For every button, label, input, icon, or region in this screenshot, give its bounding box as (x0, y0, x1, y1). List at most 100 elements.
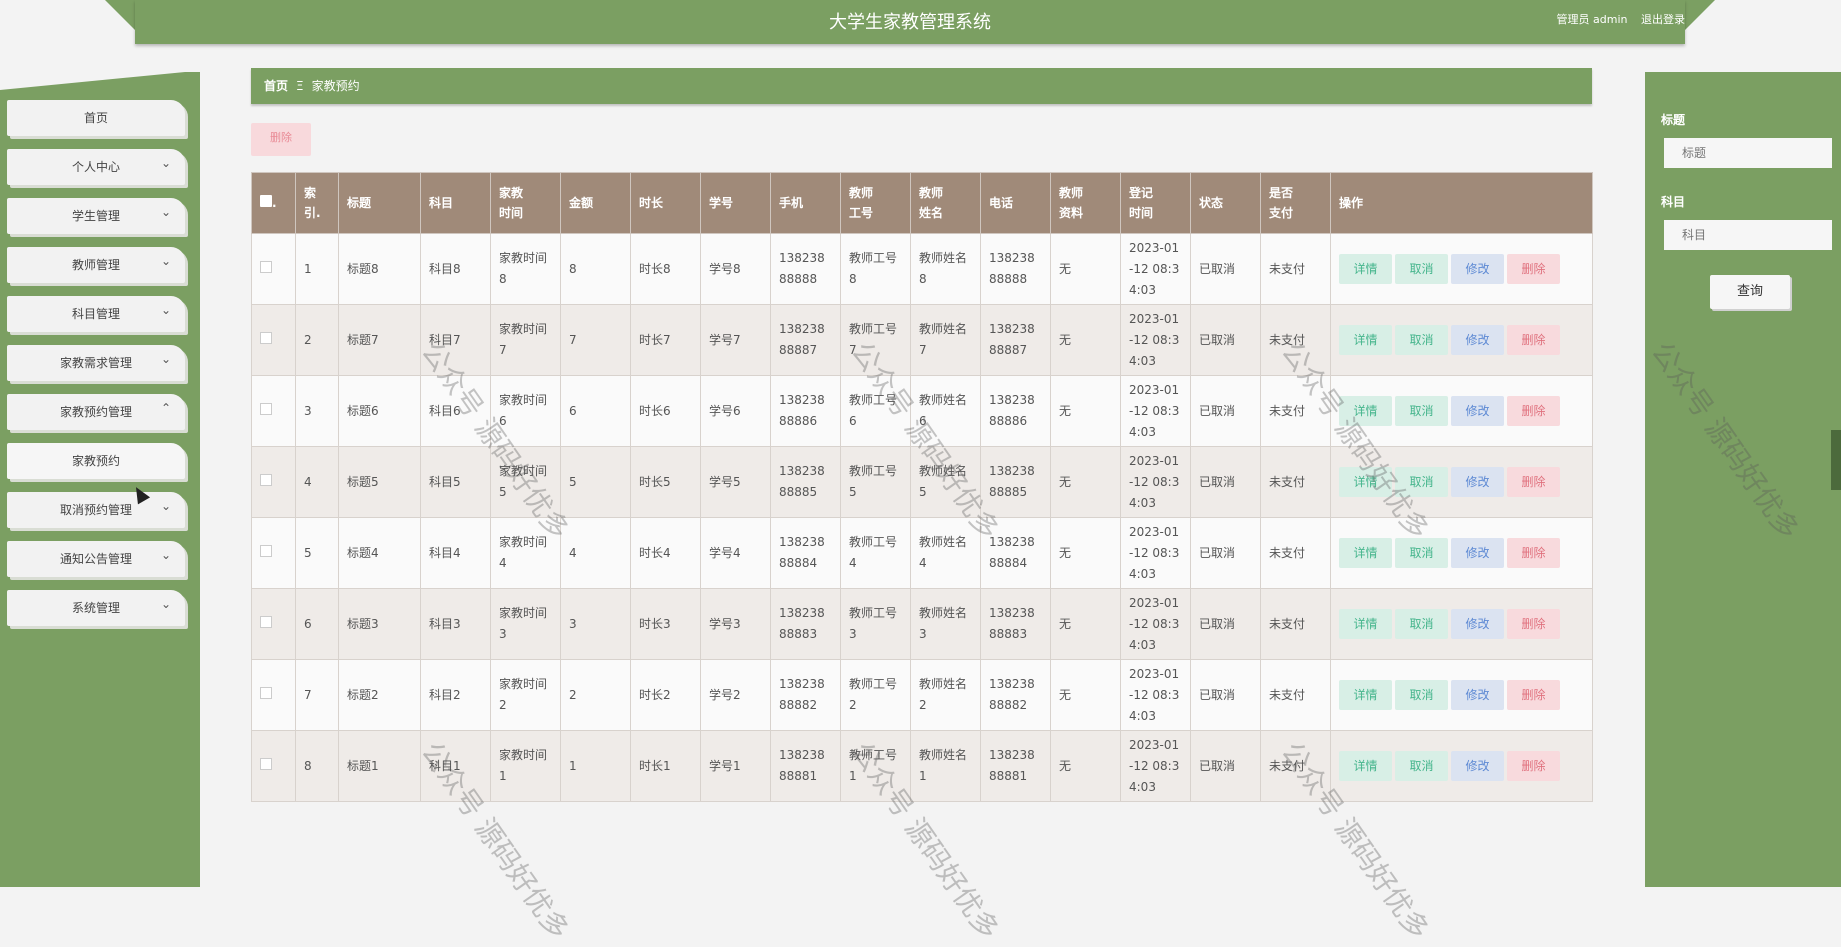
edit-button[interactable]: 修改 (1451, 609, 1504, 639)
cell-phone: 13823888883 (770, 588, 841, 660)
cell-student-no: 学号8 (700, 233, 771, 305)
cell-student-no: 学号3 (700, 588, 771, 660)
booking-table: . 索 引. 标题 科目 家教 时间 金额 时长 学号 手机 教师 工号 教师 … (251, 172, 1593, 802)
query-button[interactable]: 查询 (1710, 275, 1790, 309)
logout-link[interactable]: 退出登录 (1641, 13, 1685, 26)
sidebar-subitem-booking[interactable]: 家教预约 (7, 443, 185, 479)
edit-button[interactable]: 修改 (1451, 680, 1504, 710)
cancel-button[interactable]: 取消 (1395, 396, 1448, 426)
sidebar-item-booking-mgmt[interactable]: 家教预约管理 ⌃ (7, 394, 185, 430)
cell-paid: 未支付 (1260, 446, 1331, 518)
delete-button[interactable]: 删除 (1507, 467, 1560, 497)
row-checkbox[interactable] (260, 331, 272, 344)
cell-title: 标题3 (338, 588, 421, 660)
delete-button[interactable]: 删除 (1507, 396, 1560, 426)
breadcrumb-home[interactable]: 首页 (264, 79, 288, 93)
row-checkbox[interactable] (260, 473, 272, 486)
scrollbar-thumb[interactable] (1831, 430, 1841, 490)
sidebar-item-system[interactable]: 系统管理 ⌄ (7, 590, 185, 626)
row-checkbox[interactable] (260, 757, 272, 770)
select-all-header[interactable]: . (251, 172, 296, 234)
cell-amount: 5 (560, 446, 631, 518)
cell-phone: 13823888886 (770, 375, 841, 447)
row-actions: 详情 取消 修改 删除 (1330, 375, 1593, 447)
row-checkbox[interactable] (260, 260, 272, 273)
cell-time: 家教时间3 (490, 588, 561, 660)
col-header-phone: 手机 (770, 172, 841, 234)
row-checkbox[interactable] (260, 402, 272, 415)
sidebar-item-notices[interactable]: 通知公告管理 ⌄ (7, 541, 185, 577)
sidebar-item-home[interactable]: 首页 (7, 100, 185, 136)
edit-button[interactable]: 修改 (1451, 538, 1504, 568)
detail-button[interactable]: 详情 (1339, 538, 1392, 568)
sidebar-item-subjects[interactable]: 科目管理 ⌄ (7, 296, 185, 332)
cell-reg-time: 2023-01-12 08:34:03 (1120, 730, 1191, 802)
row-select-cell (251, 446, 296, 518)
cell-time: 家教时间2 (490, 659, 561, 731)
delete-button[interactable]: 删除 (1507, 751, 1560, 781)
table-row: 6 标题3 科目3 家教时间3 3 时长3 学号3 13823888883 教师工号3 教师姓名3… (251, 588, 1593, 660)
title-filter-label: 标题 (1661, 113, 1686, 127)
row-select-cell (251, 659, 296, 731)
detail-button[interactable]: 详情 (1339, 254, 1392, 284)
delete-button[interactable]: 删除 (1507, 538, 1560, 568)
table-row: 2 标题7 科目7 家教时间7 7 时长7 学号7 13823888887 教师工号7 教师姓名7… (251, 304, 1593, 376)
edit-button[interactable]: 修改 (1451, 254, 1504, 284)
cell-subject: 科目2 (420, 659, 491, 731)
delete-button[interactable]: 删除 (1507, 325, 1560, 355)
cell-teacher-name: 教师姓名7 (910, 304, 981, 376)
sidebar-item-cancel-booking[interactable]: 取消预约管理 ⌄ (7, 492, 185, 528)
cell-amount: 7 (560, 304, 631, 376)
cancel-button[interactable]: 取消 (1395, 325, 1448, 355)
detail-button[interactable]: 详情 (1339, 467, 1392, 497)
delete-button[interactable]: 删除 (1507, 680, 1560, 710)
sidebar-item-students[interactable]: 学生管理 ⌄ (7, 198, 185, 234)
detail-button[interactable]: 详情 (1339, 609, 1392, 639)
edit-button[interactable]: 修改 (1451, 467, 1504, 497)
col-header-time: 家教 时间 (490, 172, 561, 234)
delete-button[interactable]: 删除 (1507, 609, 1560, 639)
edit-button[interactable]: 修改 (1451, 751, 1504, 781)
table-row: 5 标题4 科目4 家教时间4 4 时长4 学号4 13823888884 教师工号4 教师姓名4… (251, 517, 1593, 589)
cancel-button[interactable]: 取消 (1395, 751, 1448, 781)
cell-title: 标题1 (338, 730, 421, 802)
batch-delete-button[interactable]: 删除 (251, 123, 311, 156)
detail-button[interactable]: 详情 (1339, 325, 1392, 355)
row-checkbox[interactable] (260, 615, 272, 628)
chevron-down-icon: ⌄ (160, 548, 171, 562)
cell-student-no: 学号2 (700, 659, 771, 731)
cancel-button[interactable]: 取消 (1395, 680, 1448, 710)
cell-teacher-info: 无 (1050, 446, 1121, 518)
detail-button[interactable]: 详情 (1339, 680, 1392, 710)
sidebar-item-profile[interactable]: 个人中心 ⌄ (7, 149, 185, 185)
cell-paid: 未支付 (1260, 659, 1331, 731)
row-checkbox[interactable] (260, 686, 272, 699)
delete-button[interactable]: 删除 (1507, 254, 1560, 284)
sidebar-item-teachers[interactable]: 教师管理 ⌄ (7, 247, 185, 283)
cell-amount: 2 (560, 659, 631, 731)
cancel-button[interactable]: 取消 (1395, 467, 1448, 497)
cancel-button[interactable]: 取消 (1395, 609, 1448, 639)
cell-status: 已取消 (1190, 588, 1261, 660)
sidebar-item-tutoring-demand[interactable]: 家教需求管理 ⌄ (7, 345, 185, 381)
cancel-button[interactable]: 取消 (1395, 254, 1448, 284)
detail-button[interactable]: 详情 (1339, 751, 1392, 781)
subject-search-input[interactable] (1664, 220, 1832, 250)
cell-duration: 时长5 (630, 446, 701, 518)
row-actions: 详情 取消 修改 删除 (1330, 659, 1593, 731)
cell-time: 家教时间5 (490, 446, 561, 518)
cell-teacher-no: 教师工号6 (840, 375, 911, 447)
cell-teacher-no: 教师工号3 (840, 588, 911, 660)
cell-status: 已取消 (1190, 446, 1261, 518)
chevron-down-icon: ⌄ (160, 205, 171, 219)
cell-subject: 科目5 (420, 446, 491, 518)
row-checkbox[interactable] (260, 544, 272, 557)
cell-teacher-no: 教师工号7 (840, 304, 911, 376)
cancel-button[interactable]: 取消 (1395, 538, 1448, 568)
title-search-input[interactable] (1664, 138, 1832, 168)
edit-button[interactable]: 修改 (1451, 325, 1504, 355)
select-all-checkbox[interactable] (260, 195, 272, 207)
row-select-cell (251, 304, 296, 376)
edit-button[interactable]: 修改 (1451, 396, 1504, 426)
detail-button[interactable]: 详情 (1339, 396, 1392, 426)
